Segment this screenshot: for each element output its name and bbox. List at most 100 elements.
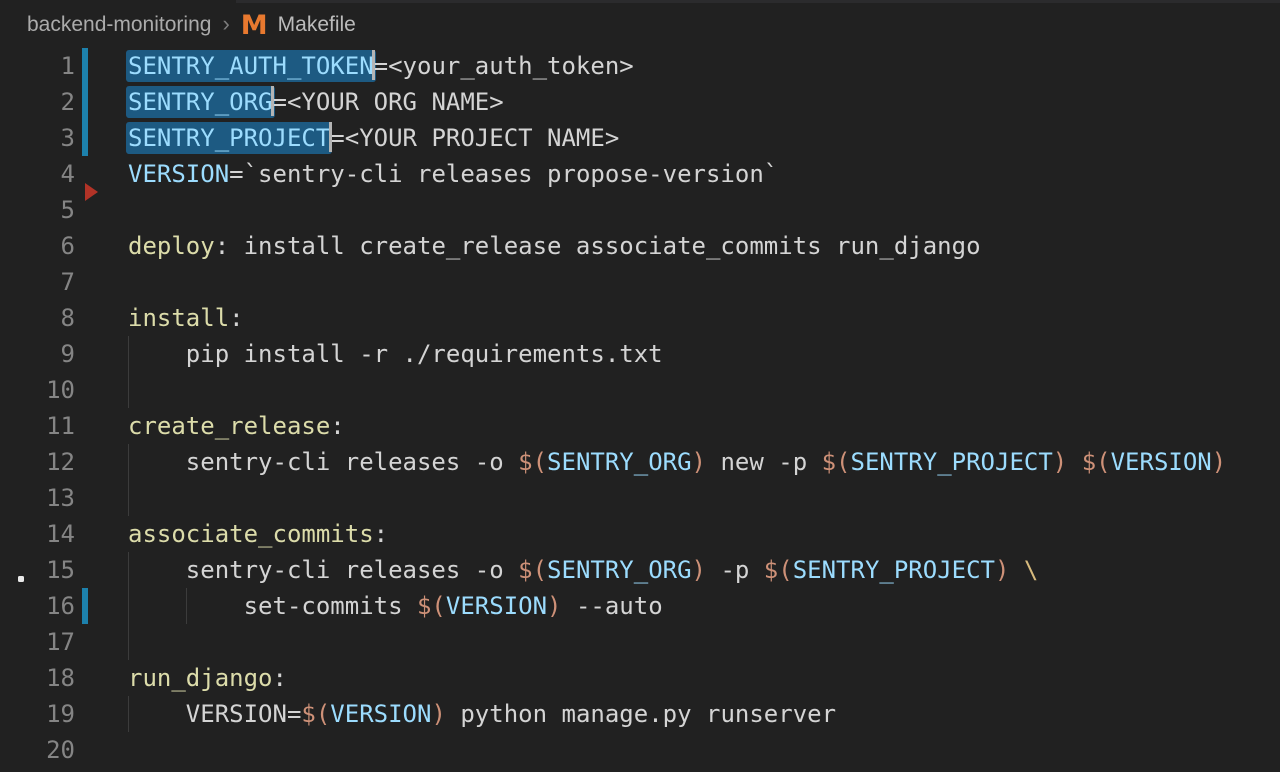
line-content: sentry-cli releases -o $(SENTRY_ORG) new… [128,444,1226,480]
code-line-5[interactable]: 5 [0,192,1280,228]
text-cursor [372,50,375,80]
code-token: install [128,304,229,332]
code-line-15[interactable]: 15 sentry-cli releases -o $(SENTRY_ORG) … [0,552,1280,588]
indent-guide [128,444,129,480]
code-line-20[interactable]: 20 [0,732,1280,768]
code-token: ) [1053,448,1067,476]
line-number: 15 [0,552,75,588]
indent-whitespace [128,700,186,728]
modified-line-indicator [82,84,88,120]
code-token: : [273,664,287,692]
line-content: install: [128,300,244,336]
line-number: 7 [0,264,75,300]
code-token: SENTRY_PROJECT [793,556,995,584]
line-number: 13 [0,480,75,516]
indent-whitespace [128,448,186,476]
code-token: associate_commits [128,520,374,548]
code-token: : [330,412,344,440]
code-line-7[interactable]: 7 [0,264,1280,300]
line-content: create_release: [128,408,345,444]
code-line-3[interactable]: 3SENTRY_PROJECT=<YOUR PROJECT NAME> [0,120,1280,156]
indent-guide [128,336,129,372]
code-line-14[interactable]: 14 associate_commits: [0,516,1280,552]
line-number: 3 [0,120,75,156]
code-line-18[interactable]: 18 run_django: [0,660,1280,696]
code-line-13[interactable]: 13 [0,480,1280,516]
error-arrow-marker [85,183,98,201]
line-content: run_django: [128,660,287,696]
indent-guide [186,588,187,624]
code-token: : [229,304,243,332]
line-number: 19 [0,696,75,732]
code-token: VERSION [128,160,229,188]
code-token: VERSION [1111,448,1212,476]
code-token: sentry-cli releases -o [186,448,518,476]
breadcrumb-folder[interactable]: backend-monitoring [27,13,211,37]
code-token: \ [1024,556,1038,584]
code-token: ) [547,592,561,620]
line-number: 8 [0,300,75,336]
tab-bar-edge [236,0,1280,3]
code-line-19[interactable]: 19 VERSION=$(VERSION) python manage.py r… [0,696,1280,732]
breadcrumb-file[interactable]: Makefile [278,13,356,37]
line-number: 2 [0,84,75,120]
code-token: : install create_release associate_commi… [215,232,981,260]
line-content: SENTRY_AUTH_TOKEN=<your_auth_token> [128,48,634,84]
indent-guide [128,588,129,624]
code-token: ) [431,700,445,728]
code-line-4[interactable]: 4 VERSION=`sentry-cli releases propose-ve… [0,156,1280,192]
code-token: =<YOUR PROJECT NAME> [330,124,619,152]
line-content: associate_commits: [128,516,388,552]
code-editor[interactable]: 1SENTRY_AUTH_TOKEN=<your_auth_token>2SEN… [0,48,1280,768]
code-line-16[interactable]: 16 set-commits $(VERSION) --auto [0,588,1280,624]
indent-guide [128,624,129,660]
code-token: =<YOUR ORG NAME> [273,88,504,116]
code-line-10[interactable]: 10 [0,372,1280,408]
line-content: pip install -r ./requirements.txt [128,336,663,372]
line-number: 9 [0,336,75,372]
text-cursor [271,86,274,116]
chevron-right-icon: › [222,11,229,37]
code-token: $( [1082,448,1111,476]
indent-whitespace [128,340,186,368]
code-token: $( [518,556,547,584]
code-token: =`sentry-cli releases propose-version` [229,160,778,188]
line-number: 5 [0,192,75,228]
code-line-2[interactable]: 2SENTRY_ORG=<YOUR ORG NAME> [0,84,1280,120]
indent-whitespace [128,556,186,584]
line-number: 17 [0,624,75,660]
code-line-8[interactable]: 8 install: [0,300,1280,336]
code-line-17[interactable]: 17 [0,624,1280,660]
line-content: deploy: install create_release associate… [128,228,981,264]
code-token: ) [692,448,706,476]
code-line-11[interactable]: 11 create_release: [0,408,1280,444]
code-line-6[interactable]: 6deploy: install create_release associat… [0,228,1280,264]
line-number: 1 [0,48,75,84]
line-number: 18 [0,660,75,696]
line-content: set-commits $(VERSION) --auto [128,588,663,624]
code-token: pip install -r ./requirements.txt [186,340,663,368]
line-content: VERSION=`sentry-cli releases propose-ver… [128,156,778,192]
code-token: $( [301,700,330,728]
code-token: SENTRY_ORG [547,556,692,584]
code-token: =<your_auth_token> [374,52,634,80]
modified-line-indicator [82,48,88,84]
code-line-1[interactable]: 1 SENTRY_AUTH_TOKEN=<your_auth_token> [0,48,1280,84]
line-number: 14 [0,516,75,552]
selected-token: SENTRY_AUTH_TOKEN [126,50,376,82]
modified-line-indicator [82,588,88,624]
code-token: $( [518,448,547,476]
indent-guide [128,480,129,516]
code-token: $( [764,556,793,584]
code-line-12[interactable]: 12 sentry-cli releases -o $(SENTRY_ORG) … [0,444,1280,480]
code-token [1067,448,1081,476]
modified-line-indicator [82,120,88,156]
line-number: 11 [0,408,75,444]
code-token: set-commits [244,592,417,620]
code-token: : [374,520,388,548]
code-line-9[interactable]: 9 pip install -r ./requirements.txt [0,336,1280,372]
code-token: ) [1212,448,1226,476]
line-number: 16 [0,588,75,624]
line-number: 4 [0,156,75,192]
code-token: VERSION [330,700,431,728]
